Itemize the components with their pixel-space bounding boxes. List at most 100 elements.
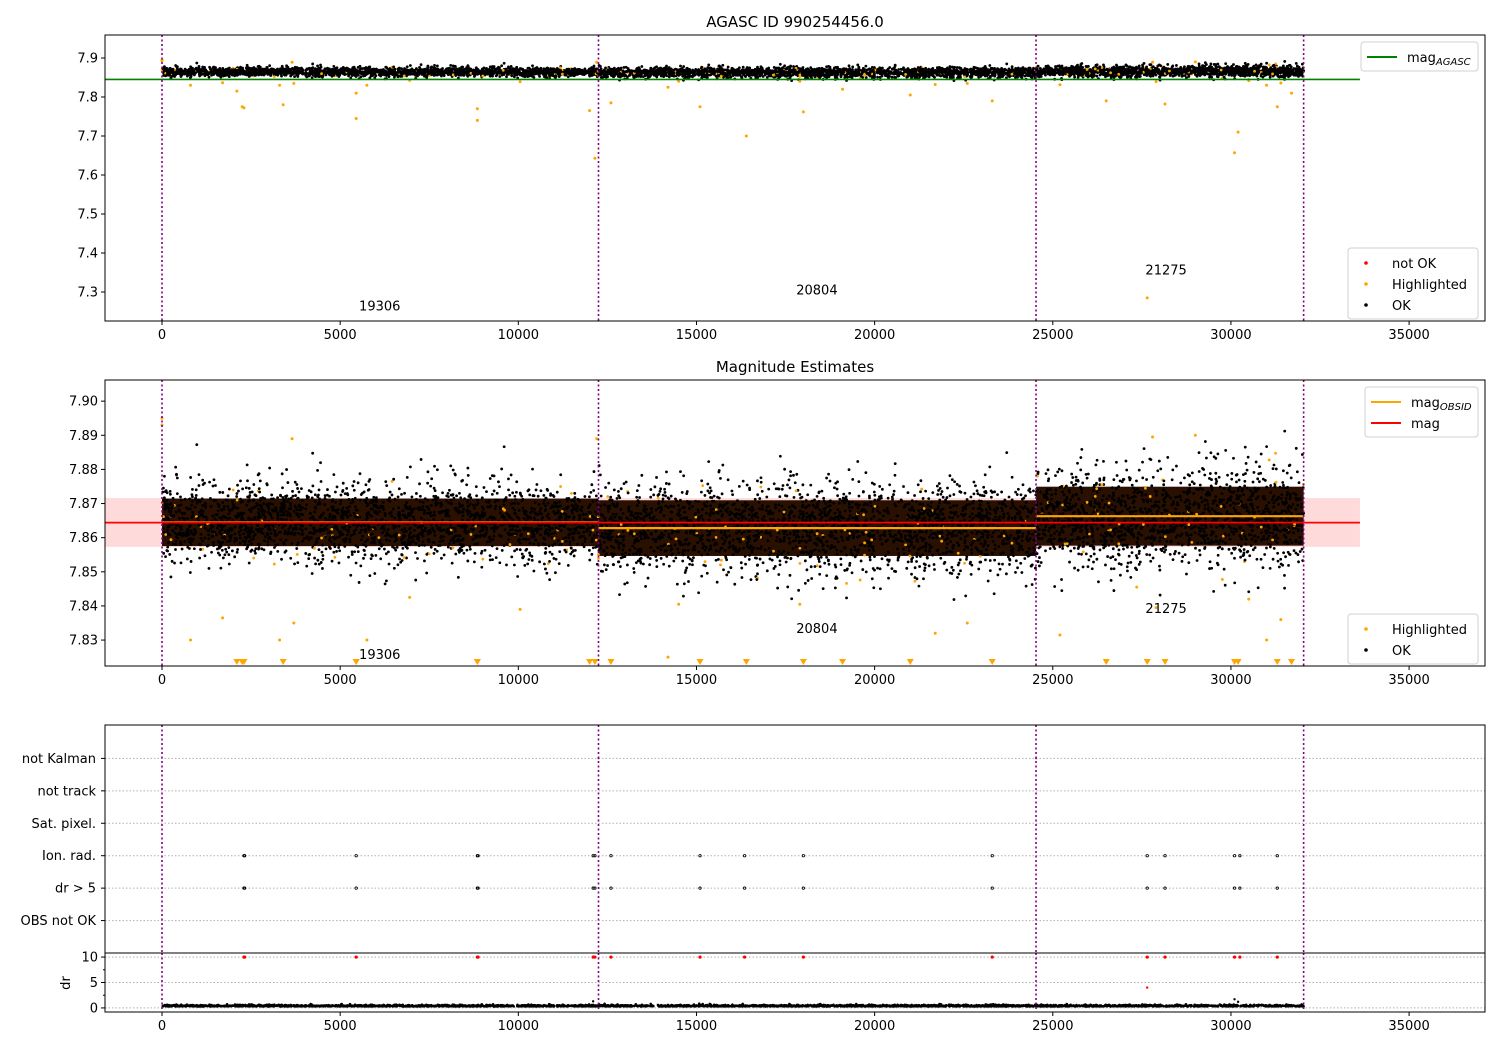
ok-point: [955, 66, 959, 69]
ok-point: [843, 75, 847, 79]
ok-point: [495, 67, 499, 70]
ok-point: [410, 67, 414, 71]
ok-point: [416, 74, 419, 78]
ok-point: [848, 67, 852, 70]
ok-point: [902, 68, 906, 72]
ok-point: [802, 73, 806, 77]
ok-point: [1020, 70, 1024, 74]
ok-point: [836, 67, 840, 71]
ok-point: [564, 69, 568, 73]
ok-point: [258, 70, 262, 74]
ok-point: [747, 68, 751, 72]
ok-point: [294, 68, 298, 72]
ok-point: [363, 70, 367, 74]
ok-point: [548, 74, 551, 78]
ok-point: [735, 73, 739, 77]
ok-point: [613, 70, 617, 74]
ok-point: [215, 69, 219, 73]
ok-point: [317, 68, 321, 71]
ok-point: [604, 75, 608, 79]
ok-point: [811, 69, 815, 73]
ok-point: [544, 67, 548, 71]
ok-point: [1276, 74, 1280, 78]
ok-point: [201, 66, 205, 69]
ok-point: [619, 66, 623, 70]
ok-point: [415, 72, 419, 75]
ok-point: [915, 72, 919, 76]
ok-point: [606, 68, 610, 72]
ok-point: [969, 70, 973, 74]
highlighted-point: [559, 66, 562, 70]
ok-point: [993, 73, 997, 76]
ok-point: [813, 75, 817, 79]
ok-point: [409, 71, 413, 75]
highlighted-point: [1010, 72, 1014, 76]
ok-point: [363, 73, 366, 77]
ok-point: [433, 64, 436, 67]
ok-point: [778, 62, 782, 66]
ok-point: [267, 68, 271, 72]
ok-point: [358, 64, 362, 68]
ok-point: [405, 65, 409, 69]
ok-point: [745, 66, 749, 69]
ok-point: [654, 74, 658, 78]
ok-point: [831, 70, 835, 73]
ok-point: [223, 70, 226, 74]
ok-point: [879, 67, 883, 71]
ok-point: [511, 68, 515, 72]
ok-point: [537, 69, 540, 73]
ok-point: [419, 63, 423, 67]
ok-point: [907, 68, 911, 72]
ok-point: [428, 71, 431, 75]
ok-point: [918, 69, 921, 73]
ok-point: [1010, 65, 1014, 69]
ok-point: [839, 73, 843, 77]
ok-point: [335, 66, 339, 70]
ok-point: [864, 64, 868, 68]
ok-point: [465, 70, 468, 74]
ok-point: [387, 75, 391, 79]
ok-point: [771, 69, 775, 73]
ok-point: [692, 74, 695, 78]
ok-point: [358, 71, 362, 75]
ok-point: [353, 73, 357, 77]
ok-point: [469, 67, 473, 71]
ok-point: [946, 66, 949, 70]
ok-point: [272, 72, 276, 76]
ok-point: [678, 69, 681, 72]
ok-point: [696, 72, 700, 76]
ok-point: [723, 68, 727, 72]
ok-point: [793, 71, 797, 75]
ok-point: [834, 75, 838, 79]
ok-point: [195, 68, 199, 72]
ok-point: [778, 74, 782, 78]
ok-point: [216, 73, 219, 77]
ok-point: [938, 74, 942, 77]
ok-point: [648, 74, 652, 78]
ok-point: [643, 74, 647, 78]
ok-point: [1015, 68, 1019, 72]
ok-point: [937, 69, 941, 73]
ok-point: [952, 68, 955, 72]
ok-point: [495, 73, 499, 77]
ok-point: [905, 75, 909, 79]
ok-point: [517, 72, 521, 76]
ok-point: [530, 74, 534, 78]
ok-point: [207, 75, 211, 79]
ok-point: [876, 67, 880, 71]
ok-point: [972, 67, 976, 71]
ok-point: [393, 67, 397, 71]
ok-point: [486, 72, 489, 76]
ok-point: [365, 67, 369, 71]
ok-point: [1016, 72, 1020, 76]
ok-point: [632, 76, 636, 79]
ok-point: [189, 65, 193, 69]
ok-point: [305, 72, 309, 75]
ok-point: [575, 68, 579, 72]
highlighted-point: [320, 72, 323, 76]
ok-point: [583, 72, 587, 76]
ok-point: [185, 74, 189, 78]
ok-point: [703, 67, 707, 71]
ok-point: [498, 75, 502, 78]
ok-point: [725, 69, 729, 73]
